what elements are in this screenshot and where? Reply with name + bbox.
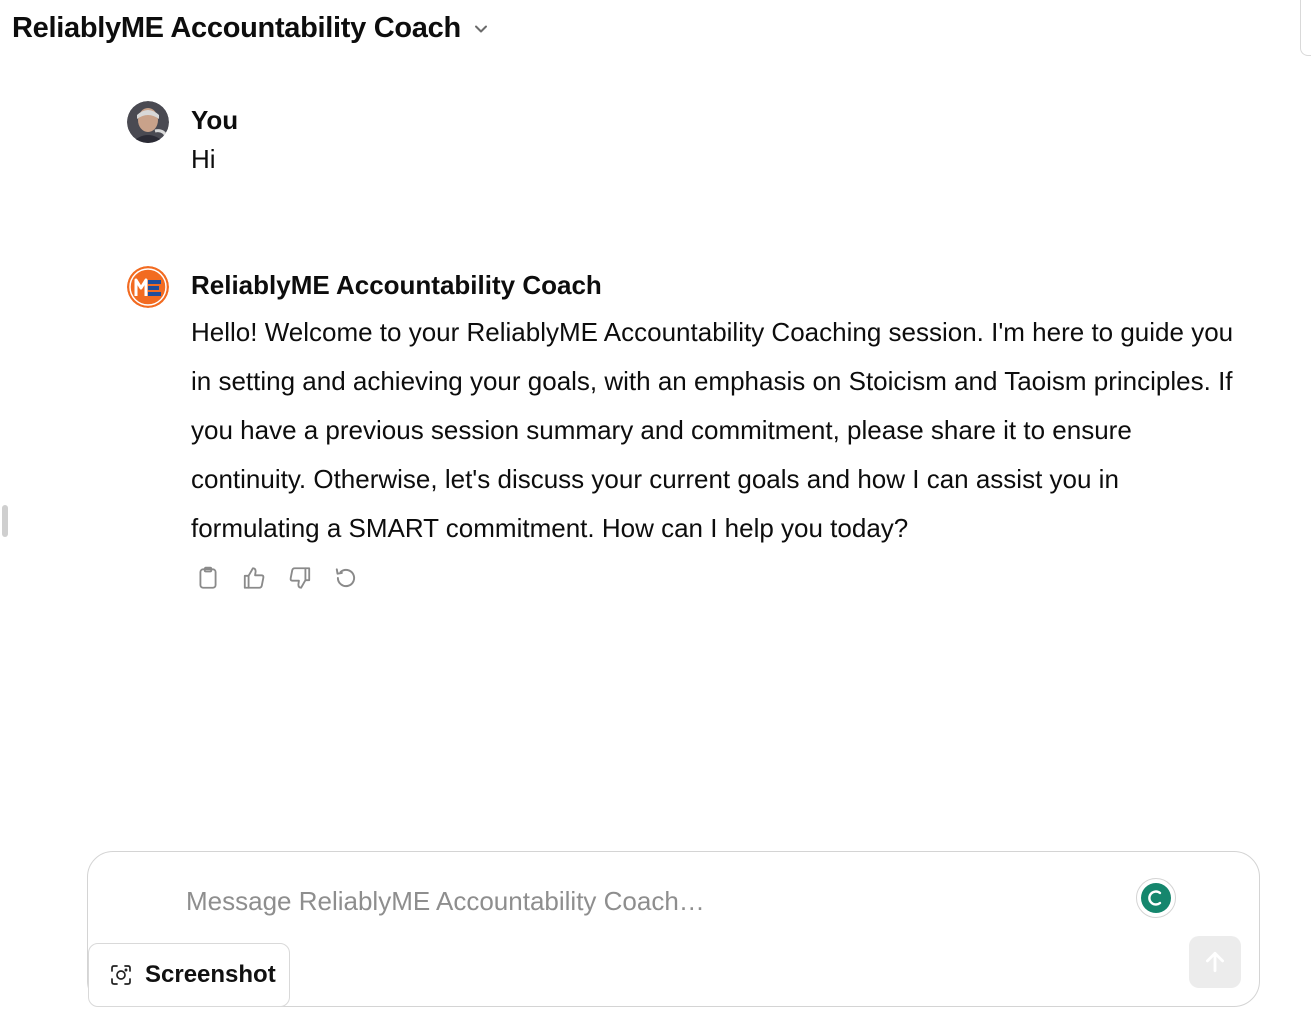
page-title: ReliablyME Accountability Coach	[12, 11, 461, 44]
user-author-name: You	[191, 105, 239, 135]
chat-page: ReliablyME Accountability Coach You Hi R…	[0, 0, 1311, 1023]
assistant-avatar	[127, 266, 169, 308]
assistant-message: ReliablyME Accountability Coach Hello! W…	[127, 266, 1241, 593]
message-actions	[193, 563, 1241, 593]
screenshot-label: Screenshot	[145, 961, 276, 988]
user-avatar	[127, 101, 169, 143]
user-message-text: Hi	[191, 144, 216, 174]
arrow-up-icon	[1206, 951, 1224, 973]
thumbs-down-button[interactable]	[285, 563, 315, 593]
model-selector[interactable]: ReliablyME Accountability Coach	[12, 8, 491, 48]
regenerate-icon	[335, 568, 356, 588]
assistant-author-name: ReliablyME Accountability Coach	[191, 270, 602, 300]
camera-icon	[111, 965, 131, 985]
screenshot-button[interactable]: Screenshot	[88, 943, 290, 1007]
regenerate-button[interactable]	[331, 563, 361, 593]
thumbs-up-icon	[243, 567, 265, 589]
assistant-message-text: Hello! Welcome to your ReliablyME Accoun…	[191, 317, 1234, 543]
thumbs-down-icon	[289, 567, 311, 589]
message-input[interactable]	[184, 880, 1088, 922]
copy-icon	[199, 566, 217, 589]
chevron-down-icon	[474, 25, 487, 33]
grammarly-icon	[1141, 883, 1171, 913]
user-message: You Hi	[127, 101, 238, 183]
send-button[interactable]	[1189, 936, 1241, 988]
sidebar-resize-handle[interactable]	[2, 505, 8, 537]
side-panel-edge	[1300, 0, 1311, 56]
thumbs-up-button[interactable]	[239, 563, 269, 593]
copy-button[interactable]	[193, 563, 223, 593]
grammar-assistant-button[interactable]	[1136, 878, 1176, 918]
